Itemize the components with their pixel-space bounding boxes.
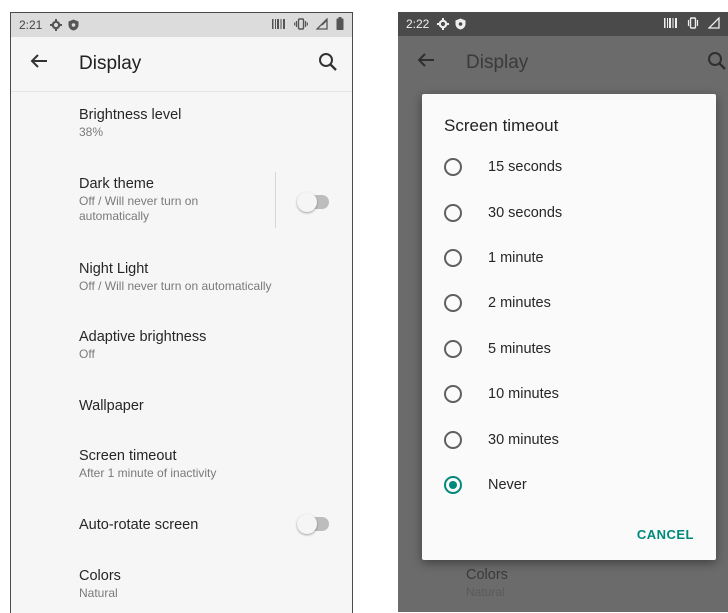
- back-arrow-icon[interactable]: [27, 49, 51, 78]
- barcode-icon: [272, 18, 286, 32]
- colors-item: Colors Natural: [466, 567, 508, 600]
- item-subtitle: 38%: [79, 125, 104, 139]
- vibrate-icon: [686, 16, 700, 32]
- option-5-minutes[interactable]: 5 minutes: [444, 334, 551, 364]
- option-label: 30 minutes: [488, 432, 559, 448]
- settings-gear-icon: [50, 19, 63, 31]
- item-title: Adaptive brightness: [79, 329, 207, 345]
- item-subtitle: Natural: [79, 586, 118, 600]
- item-title: Night Light: [79, 261, 149, 277]
- option-label: 2 minutes: [488, 295, 551, 311]
- signal-icon: [707, 15, 720, 32]
- option-label: 10 minutes: [488, 386, 559, 402]
- screen-timeout-item[interactable]: Screen timeout After 1 minute of inactiv…: [79, 448, 216, 481]
- app-bar: Display: [11, 37, 352, 91]
- display-settings-screen: 2:21 Display Brightness level 38% Dark t…: [10, 12, 353, 613]
- colors-item[interactable]: Colors Natural: [79, 568, 121, 601]
- vibrate-icon: [294, 17, 308, 33]
- status-bar: 2:22: [398, 12, 728, 36]
- search-icon[interactable]: [317, 51, 339, 78]
- option-30-minutes[interactable]: 30 minutes: [444, 425, 559, 455]
- toggle-knob: [297, 192, 317, 212]
- item-subtitle: After 1 minute of inactivity: [79, 466, 217, 480]
- adaptive-brightness-item[interactable]: Adaptive brightness Off: [79, 329, 206, 362]
- item-title: Dark theme: [79, 176, 154, 192]
- option-2-minutes[interactable]: 2 minutes: [444, 288, 551, 318]
- dark-theme-item[interactable]: Dark theme Off / Will never turn on auto…: [79, 176, 229, 224]
- barcode-icon: [664, 17, 678, 31]
- app-bar-divider: [11, 91, 352, 92]
- option-30-seconds[interactable]: 30 seconds: [444, 198, 562, 228]
- screen-timeout-dialog: Screen timeout 15 seconds 30 seconds 1 m…: [422, 94, 716, 560]
- night-light-item[interactable]: Night Light Off / Will never turn on aut…: [79, 261, 272, 294]
- status-time: 2:22: [406, 17, 430, 31]
- status-bar: 2:21: [11, 13, 352, 37]
- option-label: 30 seconds: [488, 205, 563, 221]
- item-title: Wallpaper: [79, 398, 144, 414]
- item-subtitle: Natural: [466, 585, 505, 599]
- settings-gear-icon: [437, 18, 450, 30]
- signal-icon: [315, 16, 328, 33]
- battery-icon: [336, 17, 344, 33]
- page-title: Display: [79, 53, 142, 74]
- toggle-knob: [297, 514, 317, 534]
- auto-rotate-toggle[interactable]: [297, 514, 329, 534]
- screen-timeout-dialog-screen: 2:22 Display Colors Natural Screen timeo…: [398, 12, 728, 612]
- app-bar: Display: [398, 36, 728, 90]
- item-title: Colors: [466, 567, 508, 583]
- dialog-title: Screen timeout: [444, 116, 559, 135]
- item-subtitle: Off / Will never turn on automatically: [79, 279, 272, 293]
- option-label: 1 minute: [488, 250, 544, 266]
- cancel-button[interactable]: CANCEL: [637, 527, 694, 542]
- radio-button[interactable]: [444, 431, 462, 449]
- search-icon[interactable]: [706, 50, 728, 77]
- dark-theme-toggle[interactable]: [297, 192, 329, 212]
- item-title: Colors: [79, 568, 121, 584]
- wallpaper-item[interactable]: Wallpaper: [79, 398, 144, 414]
- option-label: Never: [488, 477, 527, 493]
- page-title: Display: [466, 52, 529, 73]
- auto-rotate-item[interactable]: Auto-rotate screen: [79, 517, 198, 533]
- status-time: 2:21: [19, 18, 43, 32]
- radio-button[interactable]: [444, 204, 462, 222]
- shield-icon: [68, 19, 79, 31]
- radio-button[interactable]: [444, 340, 462, 358]
- radio-button-selected[interactable]: [444, 476, 462, 494]
- item-subtitle: Off / Will never turn on automatically: [79, 194, 199, 223]
- item-title: Auto-rotate screen: [79, 517, 199, 533]
- item-title: Screen timeout: [79, 448, 177, 464]
- vertical-divider: [275, 172, 276, 228]
- brightness-level-item[interactable]: Brightness level 38%: [79, 107, 181, 140]
- back-arrow-icon[interactable]: [414, 48, 438, 77]
- shield-icon: [455, 18, 466, 30]
- option-never[interactable]: Never: [444, 470, 527, 500]
- option-label: 15 seconds: [488, 159, 563, 175]
- option-label: 5 minutes: [488, 341, 551, 357]
- radio-button[interactable]: [444, 158, 462, 176]
- radio-button[interactable]: [444, 294, 462, 312]
- option-10-minutes[interactable]: 10 minutes: [444, 379, 559, 409]
- option-15-seconds[interactable]: 15 seconds: [444, 152, 562, 182]
- item-title: Brightness level: [79, 107, 182, 123]
- radio-button[interactable]: [444, 385, 462, 403]
- option-1-minute[interactable]: 1 minute: [444, 243, 544, 273]
- item-subtitle: Off: [79, 347, 95, 361]
- radio-button[interactable]: [444, 249, 462, 267]
